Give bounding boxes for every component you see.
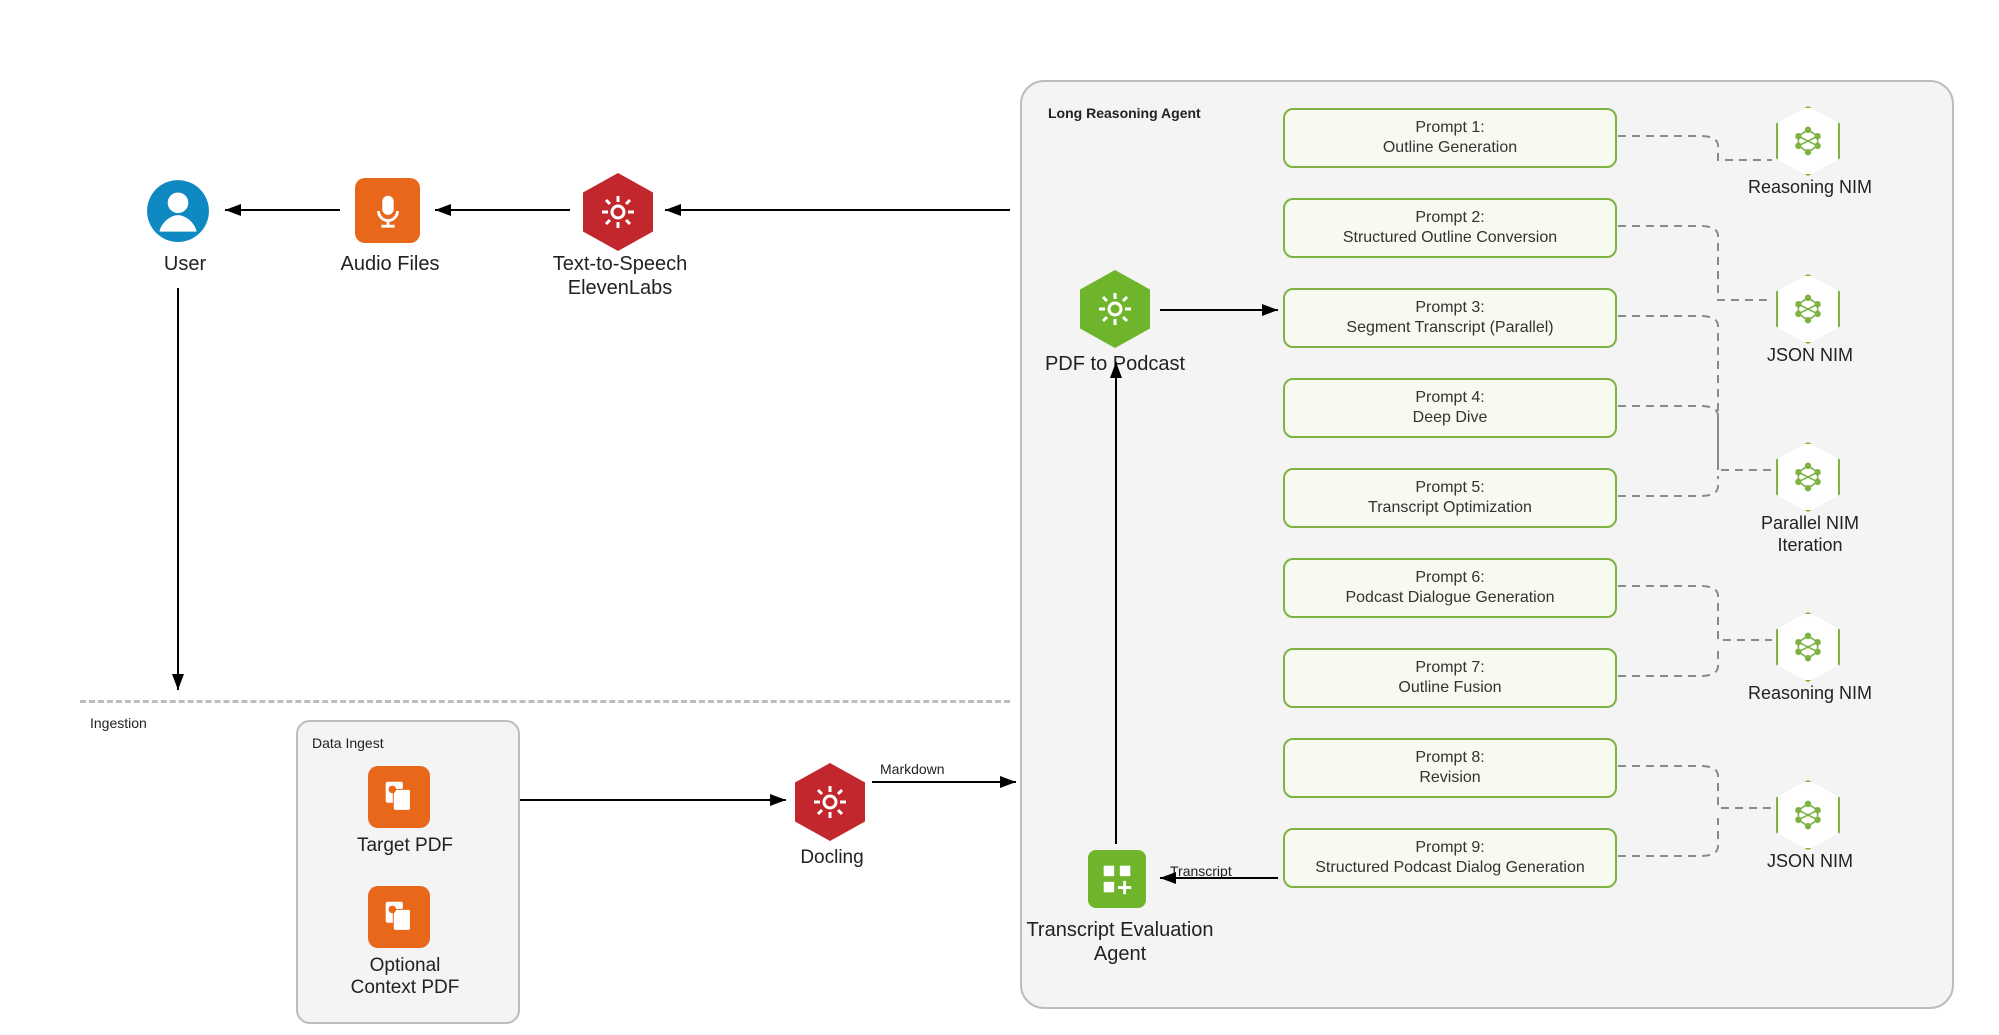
prompt-8: Prompt 8:Revision [1283, 738, 1617, 798]
tea-label-2: Agent [1010, 942, 1230, 967]
tts-node [583, 173, 653, 251]
microphone-icon [355, 178, 420, 243]
tts-label-1: Text-to-Speech [530, 252, 710, 277]
nim-json-2-label: JSON NIM [1730, 850, 1890, 873]
audio-files-node [355, 178, 420, 243]
network-icon [1792, 293, 1824, 325]
nim-reasoning-2 [1776, 612, 1840, 682]
ingestion-label: Ingestion [90, 714, 147, 732]
data-ingest-title: Data Ingest [312, 734, 384, 752]
nim-json-1-label: JSON NIM [1730, 344, 1890, 367]
prompt-5: Prompt 5:Transcript Optimization [1283, 468, 1617, 528]
audio-files-label: Audio Files [320, 252, 460, 277]
tts-label-2: ElevenLabs [530, 276, 710, 301]
gear-icon [795, 763, 865, 841]
markdown-label: Markdown [880, 760, 945, 778]
user-node [145, 178, 211, 244]
prompt-7: Prompt 7:Outline Fusion [1283, 648, 1617, 708]
nim-parallel [1776, 442, 1840, 512]
diagram-canvas: User Audio Files Text-to-Speech ElevenLa… [0, 0, 1999, 1035]
opt-pdf-label-2: Context PDF [330, 976, 480, 1000]
transcript-eval-node [1088, 850, 1146, 908]
long-reasoning-title: Long Reasoning Agent [1048, 104, 1201, 122]
gear-icon [583, 173, 653, 251]
nim-parallel-label-1: Parallel NIM [1730, 512, 1890, 535]
network-icon [1792, 461, 1824, 493]
gear-green-icon [1080, 270, 1150, 348]
target-pdf-label: Target PDF [330, 834, 480, 858]
nim-reasoning-2-label: Reasoning NIM [1730, 682, 1890, 705]
transcript-label: Transcript [1170, 862, 1232, 880]
grid-plus-icon [1088, 850, 1146, 908]
pdf-to-podcast-label: PDF to Podcast [1030, 352, 1200, 377]
user-icon [145, 178, 211, 244]
opt-pdf-label-1: Optional [330, 954, 480, 978]
network-icon [1792, 799, 1824, 831]
docling-label: Docling [772, 846, 892, 870]
optional-pdf-node [368, 886, 430, 948]
nim-parallel-label-2: Iteration [1730, 534, 1890, 557]
pdf-to-podcast-node [1080, 270, 1150, 348]
ingestion-divider [80, 700, 1010, 703]
prompt-9: Prompt 9:Structured Podcast Dialog Gener… [1283, 828, 1617, 888]
docling-node [795, 763, 865, 841]
tea-label-1: Transcript Evaluation [1010, 918, 1230, 943]
network-icon [1792, 125, 1824, 157]
network-icon [1792, 631, 1824, 663]
prompt-4: Prompt 4:Deep Dive [1283, 378, 1617, 438]
prompt-2: Prompt 2:Structured Outline Conversion [1283, 198, 1617, 258]
prompt-6: Prompt 6:Podcast Dialogue Generation [1283, 558, 1617, 618]
document-icon [368, 766, 430, 828]
nim-json-2 [1776, 780, 1840, 850]
target-pdf-node [368, 766, 430, 828]
prompt-3: Prompt 3:Segment Transcript (Parallel) [1283, 288, 1617, 348]
nim-reasoning-1 [1776, 106, 1840, 176]
document-icon [368, 886, 430, 948]
nim-reasoning-1-label: Reasoning NIM [1730, 176, 1890, 199]
prompt-1: Prompt 1:Outline Generation [1283, 108, 1617, 168]
nim-json-1 [1776, 274, 1840, 344]
user-label: User [145, 252, 225, 277]
